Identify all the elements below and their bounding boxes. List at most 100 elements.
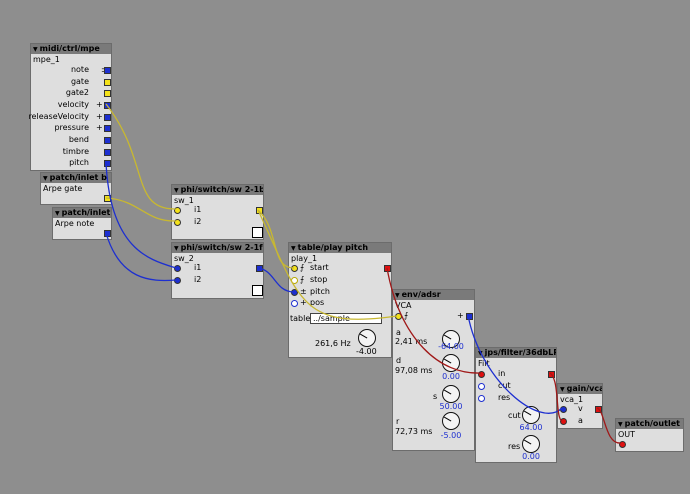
mpe-object[interactable]: ▼midi/ctrl/mpe mpe_1 note ± gate gate2 v… (28, 43, 112, 171)
play-table-field[interactable]: ../sample (310, 313, 382, 324)
sw2-toggle[interactable] (252, 285, 263, 296)
sw1-inlet-i2[interactable] (174, 219, 181, 226)
mpe-outlet-pitch[interactable] (104, 160, 111, 167)
vca-header[interactable]: ▼ gain/vca (558, 384, 602, 394)
mpe-outlet-velocity-label: velocity (57, 100, 89, 109)
mpe-outlet-gate-label: gate (70, 77, 89, 86)
play-outlet[interactable] (384, 265, 391, 272)
filt-header[interactable]: ▼ jps/filter/36dbLP (476, 348, 556, 358)
positive-icon: + (457, 311, 464, 320)
vca-object[interactable]: ▼ gain/vca vca_1 v a (557, 383, 603, 429)
adsr-release-knob[interactable] (442, 412, 460, 430)
filt-inlet-cut[interactable] (478, 383, 485, 390)
sw2-inlet-i2-label: i2 (194, 275, 202, 284)
sw2-inlet-i2[interactable] (174, 277, 181, 284)
bipolar-icon: ± (300, 287, 307, 296)
sw2-outlet[interactable] (256, 265, 263, 272)
vca-outlet[interactable] (595, 406, 602, 413)
sw2-object[interactable]: ▼ phi/switch/sw 2-1f sw_2 i1 i2 (171, 242, 264, 299)
vca-inlet-a-label: a (578, 416, 583, 425)
play-type: table/play pitch (297, 243, 369, 252)
collapse-triangle-icon[interactable]: ▼ (478, 350, 483, 357)
mpe-outlet-bend-label: bend (68, 135, 89, 144)
outlet-a-header[interactable]: ▼ patch/outlet a (616, 419, 683, 429)
play-pitch-knob[interactable] (358, 329, 376, 347)
collapse-triangle-icon[interactable]: ▼ (395, 292, 400, 299)
positive-icon: + (96, 123, 103, 132)
inlet-f-object[interactable]: ▼patch/inlet f Arpe note (52, 207, 112, 240)
adsr-header[interactable]: ▼ env/adsr (393, 290, 474, 300)
mpe-outlet-gate[interactable] (104, 79, 111, 86)
positive-icon: + (96, 100, 103, 109)
sw1-inlet-i1[interactable] (174, 207, 181, 214)
mpe-outlet-velocity[interactable] (104, 102, 111, 109)
collapse-triangle-icon[interactable]: ▼ (618, 421, 623, 428)
filt-resonance-knob[interactable] (522, 435, 540, 453)
sw2-inlet-i1-label: i1 (194, 263, 202, 272)
sw1-header[interactable]: ▼ phi/switch/sw 2-1b (172, 185, 263, 195)
collapse-triangle-icon[interactable]: ▼ (174, 245, 179, 252)
trigger-icon: ⨍ (404, 311, 409, 320)
adsr-s-value: 50.00 (439, 402, 463, 411)
adsr-d-time: 97,08 ms (395, 366, 433, 375)
collapse-triangle-icon[interactable]: ▼ (43, 175, 48, 182)
adsr-r-time: 72,73 ms (395, 427, 433, 436)
inlet-b-object[interactable]: ▼ patch/inlet b Arpe gate (40, 172, 112, 205)
wire-inletb-to-sw1[interactable] (105, 197, 177, 222)
vca-inlet-a[interactable] (560, 418, 567, 425)
play-inlet-pitch[interactable] (291, 289, 298, 296)
filt-cut-value: 64.00 (519, 423, 543, 432)
play-inlet-pitch-label: pitch (310, 287, 330, 296)
filt-object[interactable]: ▼ jps/filter/36dbLP Filt in cut res cut 6… (475, 347, 557, 463)
adsr-object[interactable]: ▼ env/adsr VCA ⨍ + a 2,41 ms -64.00 d 97,… (392, 289, 475, 451)
mpe-outlet-note[interactable] (104, 67, 111, 74)
mpe-outlet-timbre[interactable] (104, 149, 111, 156)
outlet-a-object[interactable]: ▼ patch/outlet a OUT (615, 418, 684, 452)
inlet-b-outlet[interactable] (104, 195, 111, 202)
filt-inlet-res[interactable] (478, 395, 485, 402)
sw1-outlet[interactable] (256, 207, 263, 214)
collapse-triangle-icon[interactable]: ▼ (291, 245, 296, 252)
mpe-outlet-bend[interactable] (104, 137, 111, 144)
mpe-outlet-timbre-label: timbre (62, 147, 89, 156)
play-object[interactable]: ▼ table/play pitch play_1 ⨍ start ⨍ stop … (288, 242, 392, 358)
adsr-outlet[interactable] (466, 313, 473, 320)
mpe-outlet-gate2[interactable] (104, 90, 111, 97)
collapse-triangle-icon[interactable]: ▼ (560, 386, 565, 393)
adsr-inlet-gate[interactable] (395, 313, 402, 320)
inlet-b-header[interactable]: ▼ patch/inlet b (41, 173, 111, 183)
filt-inlet-in[interactable] (478, 371, 485, 378)
trigger-icon: ⨍ (300, 263, 305, 272)
play-knob-value: -4.00 (356, 347, 377, 356)
mpe-outlet-pressure[interactable] (104, 125, 111, 132)
sw2-header[interactable]: ▼ phi/switch/sw 2-1f (172, 243, 263, 253)
mpe-header[interactable]: ▼ midi/ctrl/mpe (31, 44, 111, 54)
play-inlet-start[interactable] (291, 265, 298, 272)
adsr-type: env/adsr (401, 290, 441, 299)
wire-mpe-velocity-to-sw1[interactable] (105, 103, 177, 210)
inlet-f-outlet[interactable] (104, 230, 111, 237)
outlet-a-inlet[interactable] (619, 441, 626, 448)
mpe-outlet-note-label: note (70, 65, 89, 74)
wire-mpe-pitch-to-sw2[interactable] (105, 161, 177, 269)
sw1-toggle[interactable] (252, 227, 263, 238)
play-inlet-start-label: start (310, 263, 329, 272)
mpe-outlet-gate2-label: gate2 (65, 88, 89, 97)
adsr-decay-knob[interactable] (442, 354, 460, 372)
inlet-f-header[interactable]: ▼patch/inlet f (53, 208, 111, 218)
wire-inletf-to-sw2[interactable] (105, 232, 177, 282)
filt-outlet[interactable] (548, 371, 555, 378)
adsr-sustain-knob[interactable] (442, 385, 460, 403)
play-inlet-stop[interactable] (291, 277, 298, 284)
collapse-triangle-icon[interactable]: ▼ (174, 187, 179, 194)
collapse-triangle-icon[interactable]: ▼ (55, 210, 60, 217)
sw1-object[interactable]: ▼ phi/switch/sw 2-1b sw_1 i1 i2 (171, 184, 264, 240)
sw2-inlet-i1[interactable] (174, 265, 181, 272)
collapse-triangle-icon[interactable]: ▼ (33, 46, 38, 53)
filt-cutoff-knob[interactable] (522, 406, 540, 424)
trigger-icon: ⨍ (300, 275, 305, 284)
play-inlet-pos[interactable] (291, 300, 298, 307)
play-header[interactable]: ▼ table/play pitch (289, 243, 391, 253)
vca-inlet-v[interactable] (560, 406, 567, 413)
mpe-outlet-releasevelocity[interactable] (104, 114, 111, 121)
